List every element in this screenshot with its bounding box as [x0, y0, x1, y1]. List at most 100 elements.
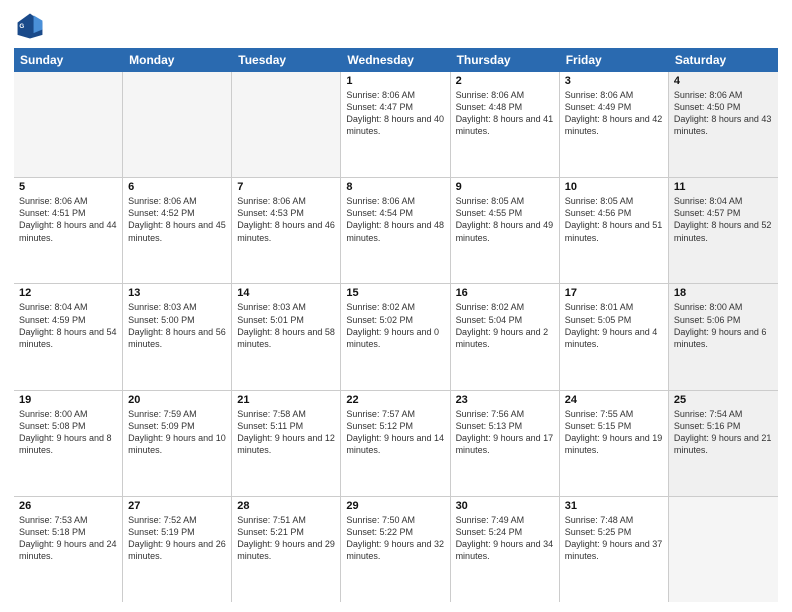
- day-info: Sunrise: 7:50 AM Sunset: 5:22 PM Dayligh…: [346, 514, 444, 563]
- day-cell-12: 12 Sunrise: 8:04 AM Sunset: 4:59 PM Dayli…: [14, 284, 123, 389]
- day-info: Sunrise: 8:02 AM Sunset: 5:02 PM Dayligh…: [346, 301, 444, 350]
- day-cell-17: 17 Sunrise: 8:01 AM Sunset: 5:05 PM Dayli…: [560, 284, 669, 389]
- day-cell-7: 7 Sunrise: 8:06 AM Sunset: 4:53 PM Daylig…: [232, 178, 341, 283]
- day-number: 31: [565, 500, 663, 512]
- day-cell-27: 27Sunrise: 7:52 AM Sunset: 5:19 PM Dayli…: [123, 497, 232, 602]
- day-info: Sunrise: 8:06 AM Sunset: 4:53 PM Dayligh…: [237, 195, 335, 244]
- day-cell-4: 4Sunrise: 8:06 AM Sunset: 4:50 PM Daylig…: [669, 72, 778, 177]
- day-info: Sunrise: 7:51 AM Sunset: 5:21 PM Dayligh…: [237, 514, 335, 563]
- day-info: Sunrise: 8:06 AM Sunset: 4:49 PM Dayligh…: [565, 89, 663, 138]
- day-info: Sunrise: 8:06 AM Sunset: 4:48 PM Dayligh…: [456, 89, 554, 138]
- day-cell-empty-0-2: [232, 72, 341, 177]
- calendar-row-1: 5Sunrise: 8:06 AM Sunset: 4:51 PM Daylig…: [14, 178, 778, 284]
- day-number: 14: [237, 287, 335, 299]
- day-cell-21: 21 Sunrise: 7:58 AM Sunset: 5:11 PM Dayli…: [232, 391, 341, 496]
- day-number: 23: [456, 394, 554, 406]
- calendar: SundayMondayTuesdayWednesdayThursdayFrid…: [14, 48, 778, 602]
- day-info: Sunrise: 7:49 AM Sunset: 5:24 PM Dayligh…: [456, 514, 554, 563]
- calendar-body: 1 Sunrise: 8:06 AM Sunset: 4:47 PM Daylig…: [14, 72, 778, 602]
- calendar-row-3: 19 Sunrise: 8:00 AM Sunset: 5:08 PM Dayli…: [14, 391, 778, 497]
- calendar-row-4: 26Sunrise: 7:53 AM Sunset: 5:18 PM Dayli…: [14, 497, 778, 602]
- header-day-wednesday: Wednesday: [341, 48, 450, 72]
- day-number: 6: [128, 181, 226, 193]
- day-number: 18: [674, 287, 773, 299]
- day-number: 17: [565, 287, 663, 299]
- day-info: Sunrise: 7:57 AM Sunset: 5:12 PM Dayligh…: [346, 408, 444, 457]
- day-cell-3: 3 Sunrise: 8:06 AM Sunset: 4:49 PM Daylig…: [560, 72, 669, 177]
- day-cell-26: 26Sunrise: 7:53 AM Sunset: 5:18 PM Dayli…: [14, 497, 123, 602]
- day-info: Sunrise: 7:54 AM Sunset: 5:16 PM Dayligh…: [674, 408, 773, 457]
- day-info: Sunrise: 8:03 AM Sunset: 5:01 PM Dayligh…: [237, 301, 335, 350]
- day-info: Sunrise: 7:48 AM Sunset: 5:25 PM Dayligh…: [565, 514, 663, 563]
- day-number: 13: [128, 287, 226, 299]
- logo-icon: G: [14, 10, 46, 42]
- day-cell-6: 6 Sunrise: 8:06 AM Sunset: 4:52 PM Daylig…: [123, 178, 232, 283]
- day-cell-30: 30 Sunrise: 7:49 AM Sunset: 5:24 PM Dayli…: [451, 497, 560, 602]
- day-info: Sunrise: 7:56 AM Sunset: 5:13 PM Dayligh…: [456, 408, 554, 457]
- day-info: Sunrise: 8:04 AM Sunset: 4:59 PM Dayligh…: [19, 301, 117, 350]
- calendar-header: SundayMondayTuesdayWednesdayThursdayFrid…: [14, 48, 778, 72]
- day-cell-18: 18 Sunrise: 8:00 AM Sunset: 5:06 PM Dayli…: [669, 284, 778, 389]
- day-cell-20: 20 Sunrise: 7:59 AM Sunset: 5:09 PM Dayli…: [123, 391, 232, 496]
- day-number: 3: [565, 75, 663, 87]
- day-cell-15: 15 Sunrise: 8:02 AM Sunset: 5:02 PM Dayli…: [341, 284, 450, 389]
- day-cell-empty-0-1: [123, 72, 232, 177]
- calendar-row-0: 1 Sunrise: 8:06 AM Sunset: 4:47 PM Daylig…: [14, 72, 778, 178]
- day-info: Sunrise: 8:02 AM Sunset: 5:04 PM Dayligh…: [456, 301, 554, 350]
- day-cell-31: 31 Sunrise: 7:48 AM Sunset: 5:25 PM Dayli…: [560, 497, 669, 602]
- day-number: 25: [674, 394, 773, 406]
- day-number: 9: [456, 181, 554, 193]
- day-number: 4: [674, 75, 773, 87]
- day-number: 7: [237, 181, 335, 193]
- day-number: 29: [346, 500, 444, 512]
- day-number: 21: [237, 394, 335, 406]
- day-info: Sunrise: 8:00 AM Sunset: 5:08 PM Dayligh…: [19, 408, 117, 457]
- day-cell-empty-4-6: [669, 497, 778, 602]
- day-number: 8: [346, 181, 444, 193]
- day-info: Sunrise: 8:06 AM Sunset: 4:47 PM Dayligh…: [346, 89, 444, 138]
- day-number: 19: [19, 394, 117, 406]
- day-number: 24: [565, 394, 663, 406]
- header: G: [14, 10, 778, 42]
- day-number: 20: [128, 394, 226, 406]
- day-number: 22: [346, 394, 444, 406]
- header-day-tuesday: Tuesday: [232, 48, 341, 72]
- calendar-row-2: 12 Sunrise: 8:04 AM Sunset: 4:59 PM Dayli…: [14, 284, 778, 390]
- day-cell-22: 22 Sunrise: 7:57 AM Sunset: 5:12 PM Dayli…: [341, 391, 450, 496]
- day-number: 10: [565, 181, 663, 193]
- day-info: Sunrise: 8:05 AM Sunset: 4:56 PM Dayligh…: [565, 195, 663, 244]
- day-cell-24: 24 Sunrise: 7:55 AM Sunset: 5:15 PM Dayli…: [560, 391, 669, 496]
- day-info: Sunrise: 8:06 AM Sunset: 4:54 PM Dayligh…: [346, 195, 444, 244]
- day-info: Sunrise: 8:03 AM Sunset: 5:00 PM Dayligh…: [128, 301, 226, 350]
- page: G SundayMondayTuesdayWednesdayThursdayFr…: [0, 0, 792, 612]
- day-cell-29: 29 Sunrise: 7:50 AM Sunset: 5:22 PM Dayli…: [341, 497, 450, 602]
- day-cell-1: 1 Sunrise: 8:06 AM Sunset: 4:47 PM Daylig…: [341, 72, 450, 177]
- day-cell-25: 25 Sunrise: 7:54 AM Sunset: 5:16 PM Dayli…: [669, 391, 778, 496]
- day-number: 30: [456, 500, 554, 512]
- day-info: Sunrise: 8:00 AM Sunset: 5:06 PM Dayligh…: [674, 301, 773, 350]
- day-number: 15: [346, 287, 444, 299]
- day-cell-8: 8 Sunrise: 8:06 AM Sunset: 4:54 PM Daylig…: [341, 178, 450, 283]
- day-number: 28: [237, 500, 335, 512]
- day-cell-10: 10 Sunrise: 8:05 AM Sunset: 4:56 PM Dayli…: [560, 178, 669, 283]
- day-cell-28: 28 Sunrise: 7:51 AM Sunset: 5:21 PM Dayli…: [232, 497, 341, 602]
- day-number: 1: [346, 75, 444, 87]
- day-info: Sunrise: 7:52 AM Sunset: 5:19 PM Dayligh…: [128, 514, 226, 563]
- day-info: Sunrise: 7:59 AM Sunset: 5:09 PM Dayligh…: [128, 408, 226, 457]
- day-cell-2: 2Sunrise: 8:06 AM Sunset: 4:48 PM Daylig…: [451, 72, 560, 177]
- day-cell-16: 16 Sunrise: 8:02 AM Sunset: 5:04 PM Dayli…: [451, 284, 560, 389]
- logo: G: [14, 10, 50, 42]
- day-info: Sunrise: 7:55 AM Sunset: 5:15 PM Dayligh…: [565, 408, 663, 457]
- header-day-sunday: Sunday: [14, 48, 123, 72]
- day-info: Sunrise: 7:58 AM Sunset: 5:11 PM Dayligh…: [237, 408, 335, 457]
- header-day-thursday: Thursday: [451, 48, 560, 72]
- header-day-friday: Friday: [560, 48, 669, 72]
- day-info: Sunrise: 8:06 AM Sunset: 4:52 PM Dayligh…: [128, 195, 226, 244]
- day-number: 16: [456, 287, 554, 299]
- day-info: Sunrise: 8:01 AM Sunset: 5:05 PM Dayligh…: [565, 301, 663, 350]
- day-number: 12: [19, 287, 117, 299]
- day-info: Sunrise: 8:04 AM Sunset: 4:57 PM Dayligh…: [674, 195, 773, 244]
- day-info: Sunrise: 7:53 AM Sunset: 5:18 PM Dayligh…: [19, 514, 117, 563]
- day-number: 5: [19, 181, 117, 193]
- day-cell-19: 19 Sunrise: 8:00 AM Sunset: 5:08 PM Dayli…: [14, 391, 123, 496]
